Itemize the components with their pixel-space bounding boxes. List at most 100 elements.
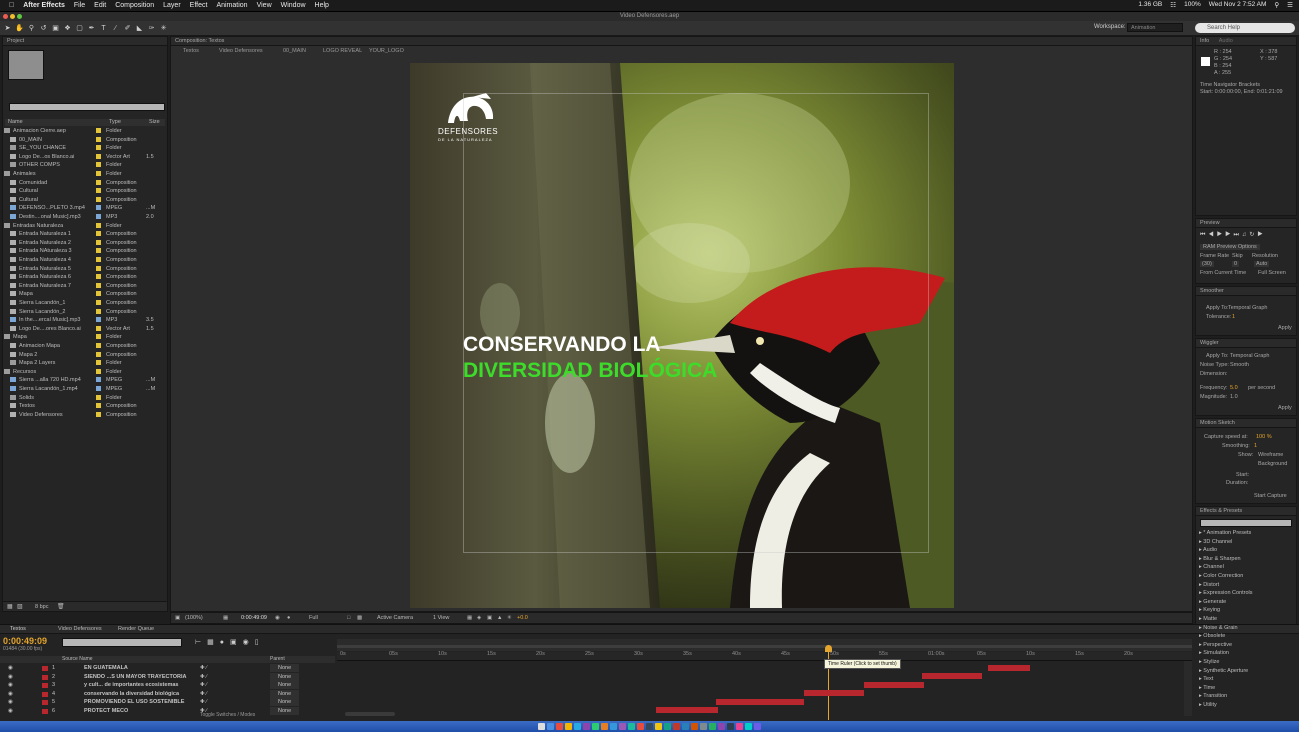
dock-app-icon[interactable] (718, 723, 725, 730)
bpc-label[interactable]: 8 bpc (35, 604, 48, 610)
label-color-swatch[interactable] (96, 222, 101, 228)
layer-label-color[interactable] (42, 666, 48, 671)
project-search-input[interactable] (9, 103, 165, 111)
label-color-swatch[interactable] (96, 231, 101, 237)
project-item[interactable]: Destin....onal Music].mp3 (10, 213, 81, 221)
label-color-swatch[interactable] (96, 377, 101, 383)
effects-category[interactable]: ▸ Noise & Grain (1199, 625, 1238, 631)
timeline-icon[interactable]: ▣ (487, 613, 492, 624)
dock-app-icon[interactable] (556, 723, 563, 730)
project-item[interactable]: Solids (10, 394, 34, 402)
always-preview-icon[interactable]: ▣ (175, 613, 180, 624)
menu-layer[interactable]: Layer (163, 2, 181, 9)
layer-switches-icon[interactable]: ✚ ∕ (200, 690, 207, 698)
composition-canvas[interactable]: DEFENSORES DE LA NATURALEZA CONSERVANDO … (410, 63, 954, 608)
label-color-swatch[interactable] (96, 162, 101, 168)
wiggler-apply-button[interactable]: Apply (1278, 405, 1292, 411)
project-item[interactable]: Animacion Mapa (10, 342, 60, 350)
region-of-interest-icon[interactable]: □ (347, 613, 350, 624)
mask-tool-icon[interactable]: ▢ (75, 24, 84, 33)
visibility-eye-icon[interactable]: ◉ (8, 681, 13, 689)
layer-name[interactable]: PROMOVIENDO EL USO SOSTENIBLE (84, 698, 184, 706)
resolution-select[interactable]: Full (309, 613, 318, 624)
label-color-swatch[interactable] (96, 188, 101, 194)
dock-app-icon[interactable] (682, 723, 689, 730)
audio-tab[interactable]: Audio (1219, 38, 1233, 44)
skip-select[interactable]: 0 (1232, 261, 1240, 267)
graph-editor-icon[interactable]: ▯ (255, 639, 265, 646)
visibility-eye-icon[interactable]: ◉ (8, 707, 13, 715)
clone-tool-icon[interactable]: ✐ (123, 24, 132, 33)
timeline-layer-row[interactable]: ◉ 1 EN GUATEMALA ✚ ∕ None (0, 664, 335, 672)
time-ruler[interactable] (337, 652, 1192, 661)
smoother-tab[interactable]: Smoother (1196, 287, 1296, 296)
effects-category[interactable]: ▸ * Animation Presets (1199, 530, 1251, 536)
menu-file[interactable]: File (74, 2, 85, 9)
wiggler-apply-to-select[interactable]: Temporal Graph (1230, 353, 1269, 359)
project-item[interactable]: Entrada Naturaleza 6 (10, 273, 71, 281)
viewer-timecode[interactable]: 0:00:49:09 (241, 613, 267, 624)
motion-sketch-tab[interactable]: Motion Sketch (1196, 419, 1296, 428)
smoother-apply-button[interactable]: Apply (1278, 325, 1292, 331)
effects-category[interactable]: ▸ Stylize (1199, 659, 1220, 665)
smoother-apply-to-select[interactable]: Temporal Graph (1228, 305, 1267, 311)
timeline-scrollbar[interactable] (1184, 661, 1192, 716)
hand-tool-icon[interactable]: ✋ (15, 24, 24, 33)
project-item[interactable]: 00_MAIN (10, 136, 42, 144)
dock-app-icon[interactable] (673, 723, 680, 730)
search-help-input[interactable]: Search Help (1195, 23, 1295, 33)
selection-tool-icon[interactable]: ➤ (3, 24, 12, 33)
menu-effect[interactable]: Effect (190, 2, 208, 9)
frequency-value[interactable]: 5.0 (1230, 385, 1238, 391)
project-tab[interactable]: Project (3, 37, 167, 46)
dock-app-icon[interactable] (538, 723, 545, 730)
layer-switches-icon[interactable]: ✚ ∕ (200, 664, 207, 672)
minimize-window-button[interactable] (10, 14, 15, 19)
effects-category[interactable]: ▸ Channel (1199, 564, 1224, 570)
start-capture-button[interactable]: Start Capture (1254, 493, 1287, 499)
dock-app-icon[interactable] (709, 723, 716, 730)
label-color-swatch[interactable] (96, 128, 101, 134)
project-item[interactable]: Animales (4, 170, 36, 178)
play-icon[interactable]: ▶ (1217, 232, 1225, 238)
from-current-time-checkbox[interactable]: From Current Time (1200, 270, 1246, 276)
effects-category[interactable]: ▸ Matte (1199, 616, 1217, 622)
dock-app-icon[interactable] (574, 723, 581, 730)
effects-category[interactable]: ▸ Blur & Sharpen (1199, 556, 1241, 562)
effects-category[interactable]: ▸ Time (1199, 685, 1215, 691)
smoothing-value[interactable]: 1 (1254, 443, 1257, 449)
resolution-select-preview[interactable]: Auto (1254, 261, 1270, 267)
dock-app-icon[interactable] (655, 723, 662, 730)
effects-category[interactable]: ▸ 3D Channel (1199, 539, 1232, 545)
camera-tool-icon[interactable]: ▣ (51, 24, 60, 33)
project-item[interactable]: Entrada Naturaleza 4 (10, 256, 71, 264)
frame-rate-select[interactable]: (30) (1200, 261, 1214, 267)
effects-category[interactable]: ▸ Obsolete (1199, 633, 1225, 639)
label-color-swatch[interactable] (96, 403, 101, 409)
menu-view[interactable]: View (257, 2, 272, 9)
capture-speed-value[interactable]: 100 % (1256, 434, 1272, 440)
layer-bar-1[interactable] (988, 665, 1030, 671)
label-color-swatch[interactable] (96, 179, 101, 185)
timeline-layer-row[interactable]: ◉ 3 y cult... de importantes ecosistemas ✚ … (0, 681, 335, 690)
layer-bar-4[interactable] (804, 690, 864, 696)
layer-name[interactable]: EN GUATEMALA (84, 664, 128, 672)
prev-frame-icon[interactable]: ◀ (1208, 232, 1216, 238)
trash-icon[interactable]: 🗑 (57, 603, 65, 610)
layer-label-color[interactable] (42, 691, 48, 697)
layer-parent-select[interactable]: None (270, 698, 300, 707)
dock-app-icon[interactable] (637, 723, 644, 730)
project-item[interactable]: Comunidad (10, 179, 47, 187)
project-item[interactable]: Mapa 2 Layers (10, 359, 55, 367)
project-item[interactable]: Mapa (10, 290, 33, 298)
column-source-name[interactable]: Source Name (62, 656, 93, 663)
label-color-swatch[interactable] (96, 136, 101, 142)
layer-parent-select[interactable]: None (270, 681, 300, 690)
project-item[interactable]: Mapa 2 (10, 351, 37, 359)
layer-name[interactable]: PROTECT MECO (84, 707, 128, 715)
effects-category[interactable]: ▸ Text (1199, 676, 1213, 682)
layer-name[interactable]: SIENDO ...S UN MAYOR TRAYECTORIA (84, 673, 186, 681)
label-color-swatch[interactable] (96, 171, 101, 177)
effects-category[interactable]: ▸ Perspective (1199, 642, 1232, 648)
label-color-swatch[interactable] (96, 205, 101, 211)
